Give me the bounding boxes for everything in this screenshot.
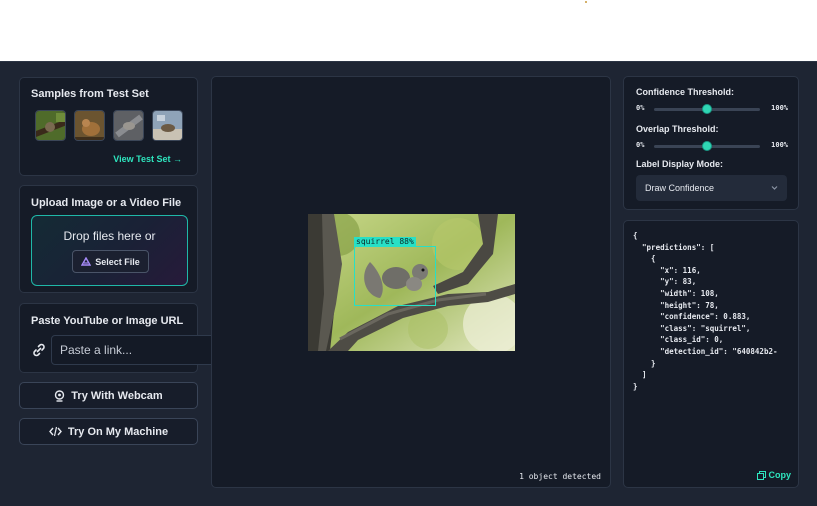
bounding-box <box>354 246 436 306</box>
slider-max-label: 100% <box>771 141 788 149</box>
try-on-machine-button[interactable]: Try On My Machine <box>19 418 198 445</box>
upload-panel: Upload Image or a Video File Drop files … <box>19 185 198 293</box>
bounding-box-label: squirrel 88% <box>354 237 416 247</box>
paste-url-panel: Paste YouTube or Image URL <box>19 303 233 373</box>
samples-panel: Samples from Test Set View Test Set → <box>19 77 198 176</box>
image-viewer: squirrel 88% 1 object detected <box>211 76 611 488</box>
slider-knob[interactable] <box>702 104 712 114</box>
overlap-threshold-label: Overlap Threshold: <box>636 124 719 134</box>
slider-knob[interactable] <box>702 141 712 151</box>
sample-thumbnail[interactable] <box>74 110 105 141</box>
app-body: Samples from Test Set View Test Set → Up… <box>0 61 817 506</box>
file-dropzone[interactable]: Drop files here or Select File <box>31 215 188 286</box>
drop-text: Drop files here or <box>63 229 156 243</box>
webcam-label: Try With Webcam <box>71 389 163 402</box>
slider-min-label: 0% <box>636 104 645 112</box>
slider-min-label: 0% <box>636 141 645 149</box>
cursor-dot <box>585 1 587 3</box>
slider-track[interactable] <box>654 141 760 151</box>
label-display-mode-label: Label Display Mode: <box>636 159 724 169</box>
copy-button[interactable]: Copy <box>756 470 792 480</box>
upload-logo-icon <box>81 257 92 266</box>
view-test-set-link[interactable]: View Test Set → <box>113 154 182 164</box>
overlap-slider[interactable]: 0% 100% <box>636 140 788 152</box>
samples-title: Samples from Test Set <box>31 88 149 100</box>
upload-title: Upload Image or a Video File <box>31 197 182 209</box>
sample-thumbnail[interactable] <box>113 110 144 141</box>
json-output-panel: { "predictions": [ { "x": 116, "y": 83, … <box>623 220 799 488</box>
sample-thumbnail[interactable] <box>152 110 183 141</box>
result-image: squirrel 88% <box>308 214 515 351</box>
url-input[interactable] <box>51 335 233 365</box>
confidence-threshold-label: Confidence Threshold: <box>636 87 735 97</box>
code-icon <box>48 426 62 437</box>
browser-top-area <box>0 0 817 61</box>
settings-panel: Confidence Threshold: 0% 100% Overlap Th… <box>623 76 799 210</box>
try-webcam-button[interactable]: Try With Webcam <box>19 382 198 409</box>
slider-max-label: 100% <box>771 104 788 112</box>
detection-status: 1 object detected <box>519 472 601 481</box>
machine-label: Try On My Machine <box>67 425 169 438</box>
link-icon <box>33 343 45 357</box>
select-file-button[interactable]: Select File <box>72 250 149 273</box>
select-file-label: Select File <box>95 256 140 267</box>
json-output: { "predictions": [ { "x": 116, "y": 83, … <box>633 231 778 391</box>
copy-label: Copy <box>768 470 792 480</box>
label-display-mode-select[interactable]: Draw Confidence <box>636 175 787 201</box>
paste-title: Paste YouTube or Image URL <box>31 315 184 327</box>
copy-icon <box>756 470 766 480</box>
confidence-slider[interactable]: 0% 100% <box>636 103 788 115</box>
webcam-icon <box>55 389 65 402</box>
label-display-mode-value: Draw Confidence <box>645 183 715 193</box>
slider-track[interactable] <box>654 104 760 114</box>
sample-thumbnail[interactable] <box>35 110 66 141</box>
chevron-down-icon <box>771 186 778 190</box>
